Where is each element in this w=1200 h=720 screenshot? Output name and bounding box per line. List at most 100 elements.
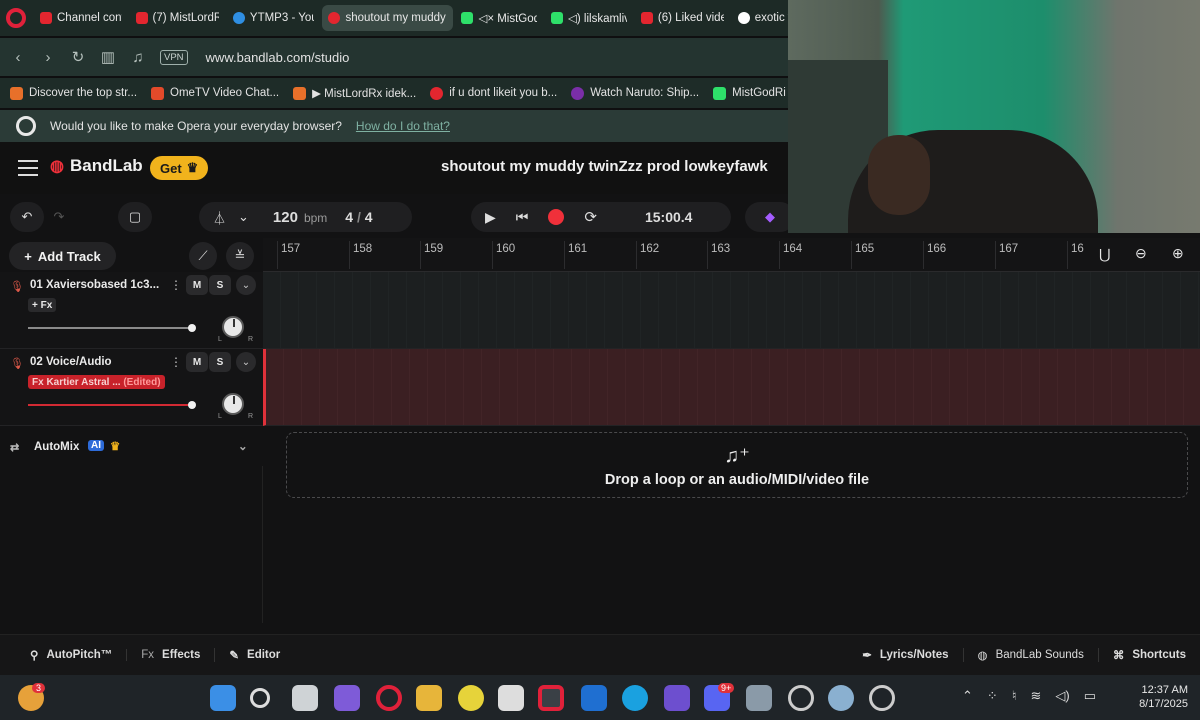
bookmark-item[interactable]: OmeTV Video Chat...	[151, 86, 279, 100]
browser-tab[interactable]: ◁× MistGod	[455, 5, 543, 31]
chrome-icon[interactable]	[458, 685, 484, 711]
zoom-in-icon[interactable]: ⊕	[1172, 245, 1184, 262]
settings-icon[interactable]	[828, 685, 854, 711]
snapshot-icon[interactable]: ▥	[100, 48, 116, 66]
opera-icon[interactable]	[538, 685, 564, 711]
menu-icon[interactable]	[18, 160, 38, 176]
chevron-down-icon[interactable]: ⌄	[238, 439, 248, 453]
how-to-link[interactable]: How do I do that?	[356, 119, 450, 133]
copilot-icon[interactable]	[334, 685, 360, 711]
volume-thumb[interactable]	[188, 324, 196, 332]
prompt-text: Would you like to make Opera your everyd…	[50, 119, 342, 133]
obs-icon[interactable]	[788, 685, 814, 711]
undo-button[interactable]: ↶	[10, 202, 44, 232]
opera-gx-icon[interactable]	[376, 685, 402, 711]
autopitch-button[interactable]: ⚲ AutoPitch™	[0, 648, 126, 662]
volume-icon[interactable]: ◁)	[1055, 688, 1069, 704]
effects-button[interactable]: Fx Effects	[126, 649, 214, 661]
track-row[interactable]: 🎙 01 Xaviersobased 1c3... ⋮ M S ⌄ + Fx L…	[0, 272, 263, 349]
media-player-icon[interactable]	[869, 685, 895, 711]
battery-icon[interactable]: ▭	[1084, 688, 1096, 704]
project-title[interactable]: shoutout my muddy twinZzz prod lowkeyfaw…	[441, 158, 768, 175]
record-icon[interactable]	[548, 209, 565, 225]
mic-icon[interactable]: ♫	[130, 49, 146, 66]
bookmark-item[interactable]: if u dont likeit you b...	[430, 86, 557, 100]
microphone-icon: 🎙	[10, 358, 24, 370]
more-icon[interactable]: ⋮	[170, 278, 182, 292]
browser-tab[interactable]: (7) MistLordR	[130, 5, 225, 31]
fx-edited-label: (Edited)	[123, 376, 161, 388]
browser-tab[interactable]: Channel cont	[34, 5, 128, 31]
search-icon[interactable]	[250, 688, 270, 708]
play-icon[interactable]: ▶	[485, 209, 496, 226]
camera-icon[interactable]	[746, 685, 772, 711]
back-icon[interactable]: ‹	[10, 49, 26, 66]
tempo-control[interactable]: ⏃ ⌄ 120 bpm 4 / 4	[199, 202, 412, 232]
more-icon[interactable]: ⋮	[170, 355, 182, 369]
clock[interactable]: 12:37 AM 8/17/2025	[1139, 683, 1188, 711]
wifi-icon[interactable]: ≋	[1030, 688, 1041, 704]
track-row[interactable]: 🎙 02 Voice/Audio ⋮ M S ⌄ Fx Kartier Astr…	[0, 349, 263, 426]
zoom-out-icon[interactable]: ⊖	[1135, 245, 1147, 262]
pan-knob[interactable]: LR	[218, 393, 253, 420]
bookmark-item[interactable]: ▶ MistLordRx idek...	[293, 86, 416, 100]
bookmark-item[interactable]: Discover the top str...	[10, 86, 137, 100]
clipboard-button[interactable]: ▢	[118, 202, 152, 232]
browser-tab[interactable]: (6) Liked vide	[635, 5, 730, 31]
tempo-value[interactable]: 120	[273, 209, 298, 226]
mic-tray-icon[interactable]: ♮	[1012, 688, 1017, 704]
bandlab-logo[interactable]: ◍ BandLab	[50, 156, 143, 176]
editor-button[interactable]: ✎ Editor	[214, 648, 294, 662]
bookmark-item[interactable]: Watch Naruto: Ship...	[571, 86, 699, 100]
track-lane[interactable]	[263, 349, 1200, 426]
vpn-badge[interactable]: VPN	[160, 49, 188, 65]
store-icon[interactable]	[498, 685, 524, 711]
browser-tab[interactable]: YTMP3 - You	[227, 5, 321, 31]
forward-icon[interactable]: ›	[40, 49, 56, 66]
track-name[interactable]: 02 Voice/Audio	[30, 356, 160, 368]
track-lane[interactable]	[263, 272, 1200, 349]
tune-button[interactable]: ⟋	[189, 242, 217, 270]
solo-button[interactable]: S	[209, 352, 231, 372]
mute-button[interactable]: M	[186, 275, 208, 295]
app-tray-icon[interactable]: ⁘	[987, 688, 998, 704]
mute-button[interactable]: M	[186, 352, 208, 372]
browser-tab[interactable]: ◁) lilskamliv	[545, 5, 633, 31]
volume-slider[interactable]	[28, 324, 196, 332]
fx-button[interactable]: + Fx	[28, 298, 57, 312]
opera-logo-icon[interactable]	[6, 8, 26, 28]
automix-row[interactable]: ⇄ AutoMix AI ♛ ⌄	[0, 430, 263, 466]
add-track-button[interactable]: + Add Track	[9, 242, 116, 270]
solo-button[interactable]: S	[209, 275, 231, 295]
redo-button[interactable]: ↷	[44, 202, 74, 232]
pan-knob[interactable]: LR	[218, 316, 253, 343]
skip-back-icon[interactable]: ⏮	[516, 209, 529, 226]
clipchamp-icon[interactable]	[664, 685, 690, 711]
url-field[interactable]: www.bandlab.com/studio	[206, 50, 350, 65]
chevron-up-icon[interactable]: ⌃	[962, 688, 973, 704]
task-view-icon[interactable]	[292, 685, 318, 711]
volume-slider[interactable]	[28, 401, 196, 409]
sounds-button[interactable]: ◍ BandLab Sounds	[962, 648, 1098, 662]
lyrics-button[interactable]: ✒ Lyrics/Notes	[848, 648, 962, 662]
loop-icon[interactable]: ⟳	[584, 208, 597, 226]
browser-tab-active[interactable]: shoutout my muddy t	[322, 5, 454, 31]
outlook-icon[interactable]	[581, 685, 607, 711]
get-membership-button[interactable]: Get ♛	[150, 156, 209, 180]
volume-thumb[interactable]	[188, 401, 196, 409]
track-name[interactable]: 01 Xaviersobased 1c3...	[30, 279, 160, 291]
shortcuts-button[interactable]: ⌘ Shortcuts	[1097, 648, 1200, 662]
edge-icon[interactable]	[622, 685, 648, 711]
fx-button[interactable]: Fx Kartier Astral ... (Edited)	[28, 375, 165, 389]
reload-icon[interactable]: ↻	[70, 48, 86, 66]
bookmark-item[interactable]: MistGodRi	[713, 86, 786, 100]
mixer-button[interactable]: ≚	[226, 242, 254, 270]
chevron-down-icon[interactable]: ⌄	[236, 352, 256, 372]
time-signature[interactable]: 4 / 4	[345, 209, 372, 225]
drop-zone[interactable]: ♫⁺ Drop a loop or an audio/MIDI/video fi…	[286, 432, 1188, 498]
start-icon[interactable]	[210, 685, 236, 711]
magnet-icon[interactable]: ⋃	[1099, 246, 1110, 263]
file-explorer-icon[interactable]	[416, 685, 442, 711]
chevron-down-icon[interactable]: ⌄	[236, 275, 256, 295]
timeline-ruler[interactable]: 157 158 159 160 161 162 163 164 165 166 …	[263, 238, 1200, 272]
